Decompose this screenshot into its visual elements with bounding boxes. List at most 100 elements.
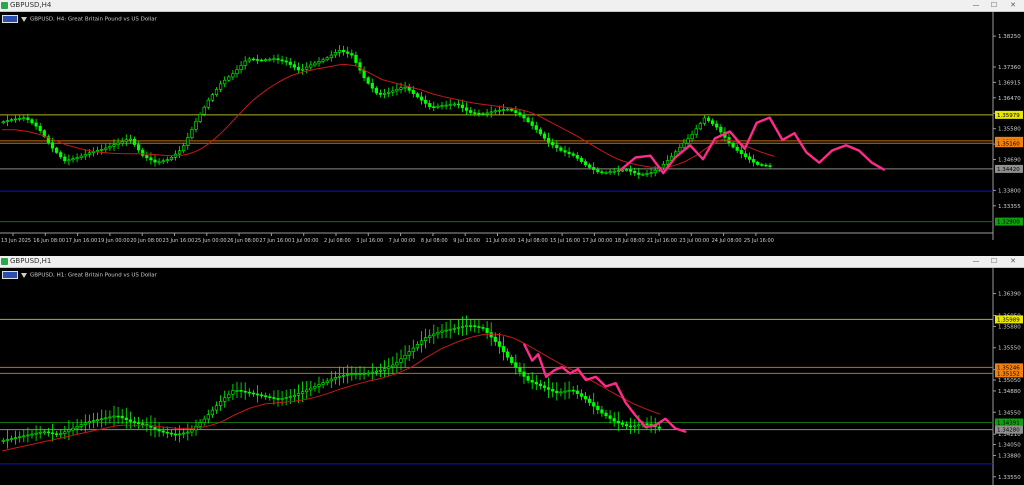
candle-body (633, 171, 637, 174)
candle-body (108, 146, 112, 149)
candle-body (104, 147, 108, 150)
candle-body (165, 431, 169, 434)
candle-body (469, 325, 473, 327)
candle-body (313, 386, 317, 389)
price-chart-h4[interactable]: 1.382501.373601.369151.364701.360251.355… (0, 12, 1024, 247)
candle-body (309, 387, 313, 391)
candle-body (30, 433, 34, 436)
candle-body (620, 422, 624, 425)
candle-body (300, 68, 305, 71)
candle-body (374, 370, 379, 373)
price-tick-label: 1.34690 (998, 158, 1021, 164)
candle-body (423, 99, 428, 104)
drawn-projection-line (619, 116, 885, 175)
candle-body (571, 153, 575, 156)
candle-body (370, 82, 374, 89)
candle-body (551, 142, 555, 146)
time-tick-label: 7 Jul 00:00 (389, 238, 416, 244)
candle-body (403, 354, 407, 360)
close-button[interactable]: ✕ (1006, 256, 1020, 267)
candle-body (624, 424, 629, 427)
candle-body (321, 382, 325, 385)
candle-body (5, 439, 9, 441)
candle-body (247, 58, 251, 62)
candle-body (362, 373, 366, 375)
time-tick-label: 9 Jul 16:00 (453, 238, 480, 244)
candle-body (128, 138, 133, 141)
candle-body (26, 117, 30, 120)
window-titlebar[interactable]: GBPUSD,H1 — ☐ ✕ (0, 256, 1024, 268)
candle-body (489, 332, 493, 338)
time-tick-label: 17 Jul 00:00 (582, 238, 612, 244)
window-titlebar[interactable]: GBPUSD,H4 — ☐ ✕ (0, 0, 1024, 12)
candle-body (198, 113, 202, 122)
maximize-button[interactable]: ☐ (987, 0, 1001, 11)
candle-body (79, 155, 83, 158)
candle-body (223, 397, 227, 402)
candle-body (579, 158, 583, 162)
candle-body (510, 108, 514, 111)
candle-body (448, 328, 452, 331)
candle-body (157, 161, 161, 164)
candle-body (50, 142, 55, 149)
price-tick-label: 1.33355 (998, 204, 1021, 210)
candle-body (456, 327, 461, 329)
price-tick-label: 1.37360 (998, 65, 1021, 71)
candle-body (665, 160, 670, 165)
time-tick-label: 24 Jul 08:00 (712, 238, 742, 244)
candle-body (583, 161, 588, 166)
candle-body (715, 123, 719, 128)
candle-body (493, 110, 497, 113)
candle-body (604, 412, 608, 417)
time-tick-label: 3 Jul 16:00 (356, 238, 383, 244)
candle-body (313, 62, 317, 66)
close-button[interactable]: ✕ (1006, 0, 1020, 11)
candle-body (567, 389, 571, 392)
minimize-button[interactable]: — (969, 0, 983, 11)
candle-body (214, 405, 219, 411)
candle-body (542, 133, 547, 139)
candle-body (91, 420, 96, 422)
candle-body (26, 434, 30, 437)
candle-body (87, 421, 91, 424)
candle-body (600, 409, 604, 414)
candle-body (296, 393, 301, 396)
price-tick-label: 1.35580 (998, 127, 1021, 133)
candle-body (514, 362, 518, 368)
candle-body (280, 398, 284, 400)
time-tick-label: 15 Jul 16:00 (550, 238, 580, 244)
price-tick-label: 1.36470 (998, 96, 1021, 102)
candle-body (206, 99, 210, 108)
candle-body (633, 425, 637, 428)
candle-body (551, 389, 555, 392)
candle-body (337, 49, 342, 53)
candle-body (75, 157, 79, 159)
candle-body (87, 152, 91, 155)
candle-body (325, 57, 329, 61)
candle-body (149, 157, 153, 161)
candle-body (436, 331, 440, 335)
candle-body (501, 346, 506, 353)
candle-body (305, 66, 309, 70)
maximize-button[interactable]: ☐ (987, 256, 1001, 267)
candle-body (268, 58, 272, 61)
candle-body (682, 142, 686, 148)
candle-body (239, 65, 243, 71)
candle-body (534, 381, 538, 385)
price-chart-h1[interactable]: 1.363901.360501.358801.355501.352101.350… (0, 268, 1024, 485)
candle-body (493, 336, 497, 342)
candle-body (296, 66, 301, 71)
minimize-button[interactable]: — (969, 256, 983, 267)
candle-body (559, 147, 563, 151)
time-tick-label: 2 Jul 08:00 (324, 238, 351, 244)
candle-body (284, 60, 288, 63)
candle-body (198, 422, 202, 427)
price-tick-label: 1.34550 (998, 410, 1021, 416)
candle-body (30, 119, 34, 124)
candle-body (694, 128, 698, 135)
price-tick-label: 1.35550 (998, 346, 1021, 352)
time-tick-label: 1 Jul 00:00 (292, 238, 319, 244)
candle-body (333, 376, 338, 380)
candle-body (415, 93, 420, 98)
candle-body (423, 337, 428, 342)
